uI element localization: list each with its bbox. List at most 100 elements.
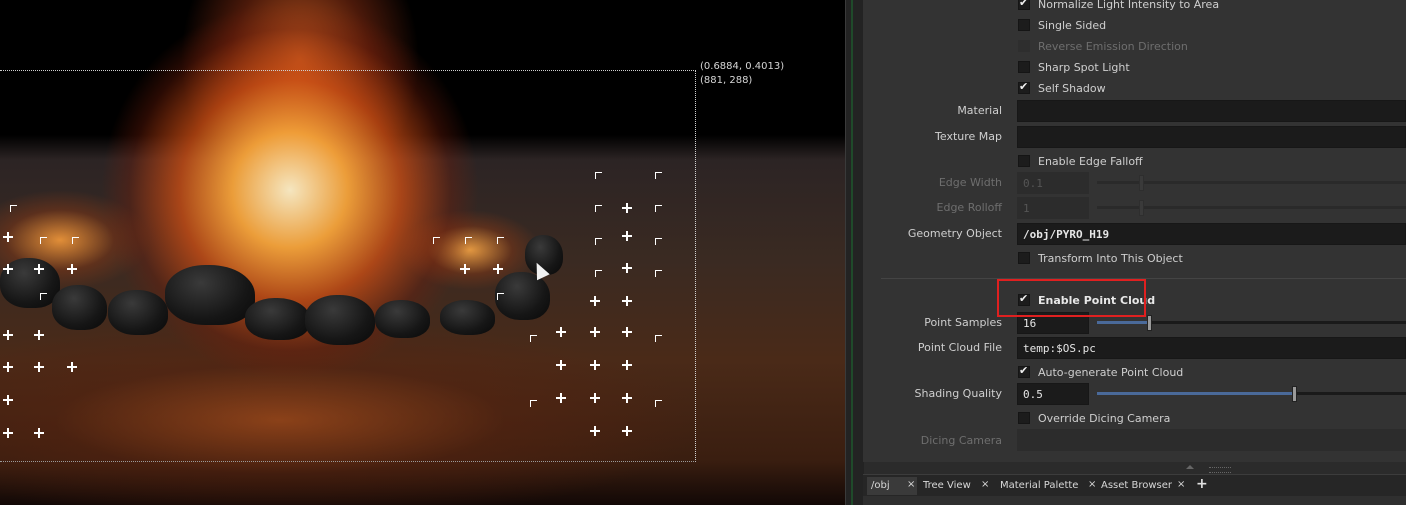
point-marker: [590, 327, 600, 337]
point-marker: [590, 360, 600, 370]
param-texture-map: Texture Map: [863, 126, 1406, 150]
shading-quality-slider-handle[interactable]: [1292, 386, 1297, 402]
marker-corner: [655, 270, 662, 277]
param-dicing-camera: Dicing Camera: [863, 429, 1406, 453]
marker-corner: [530, 335, 537, 342]
divider-accent: [851, 0, 853, 505]
point-marker: [556, 327, 566, 337]
reverse-emission-checkbox[interactable]: [1018, 40, 1030, 52]
point-marker: [556, 393, 566, 403]
single-sided-checkbox[interactable]: [1018, 19, 1030, 31]
marker-corner: [595, 205, 602, 212]
shading-quality-label: Shading Quality: [914, 387, 1003, 400]
override-dicing-label: Override Dicing Camera: [1038, 412, 1171, 425]
marker-corner: [655, 335, 662, 342]
marker-corner: [595, 172, 602, 179]
edge-falloff-checkbox[interactable]: [1018, 155, 1030, 167]
dicing-camera-field[interactable]: [1017, 429, 1406, 451]
close-icon[interactable]: ×: [1177, 479, 1185, 490]
edge-rolloff-field[interactable]: 1: [1017, 197, 1089, 219]
coord-uv-readout: (0.6884, 0.4013): [700, 61, 785, 72]
transform-into-label: Transform Into This Object: [1038, 252, 1183, 265]
marker-corner: [497, 293, 504, 300]
point-marker: [3, 428, 13, 438]
point-marker: [622, 426, 632, 436]
point-marker: [34, 428, 44, 438]
dicing-camera-label: Dicing Camera: [920, 434, 1002, 447]
point-marker: [34, 264, 44, 274]
geometry-object-label: Geometry Object: [907, 227, 1002, 240]
point-marker: [3, 330, 13, 340]
geometry-object-field[interactable]: /obj/PYRO_H19: [1017, 223, 1406, 245]
edge-width-label: Edge Width: [938, 176, 1002, 189]
tabbar-grip[interactable]: [1209, 467, 1231, 473]
edge-width-field[interactable]: 0.1: [1017, 172, 1089, 194]
param-single-sided: Single Sided: [863, 16, 1406, 36]
point-cloud-file-field[interactable]: temp:$OS.pc: [1017, 337, 1406, 359]
param-sharp-spot: Sharp Spot Light: [863, 58, 1406, 78]
point-marker: [622, 231, 632, 241]
point-marker: [590, 296, 600, 306]
highlight-box: [997, 279, 1146, 317]
pane-tab-bar: /obj × Tree View × Material Palette × As…: [863, 467, 1406, 497]
close-icon[interactable]: ×: [1088, 479, 1096, 490]
pane-bottom-strip: [863, 496, 1406, 505]
point-marker: [34, 330, 44, 340]
marker-corner: [595, 238, 602, 245]
self-shadow-checkbox[interactable]: [1018, 80, 1030, 94]
close-icon[interactable]: ×: [907, 479, 915, 490]
param-self-shadow: Self Shadow: [863, 79, 1406, 99]
single-sided-label: Single Sided: [1038, 19, 1107, 32]
edge-rolloff-slider-handle[interactable]: [1139, 200, 1144, 216]
auto-generate-label: Auto-generate Point Cloud: [1038, 366, 1184, 379]
marker-corner: [72, 237, 79, 244]
point-marker: [590, 426, 600, 436]
param-transform-into: Transform Into This Object: [863, 249, 1406, 269]
point-marker: [622, 327, 632, 337]
material-label: Material: [957, 104, 1002, 117]
point-marker: [3, 264, 13, 274]
point-marker: [622, 296, 632, 306]
tab-material-palette[interactable]: Material Palette ×: [1000, 477, 1096, 495]
texture-map-label: Texture Map: [935, 130, 1002, 143]
point-marker: [67, 362, 77, 372]
marker-corner: [40, 293, 47, 300]
tab-asset-browser[interactable]: Asset Browser ×: [1101, 477, 1185, 495]
sharp-spot-label: Sharp Spot Light: [1038, 61, 1130, 74]
marker-corner: [595, 270, 602, 277]
param-material: Material: [863, 100, 1406, 124]
tab-tree-view[interactable]: Tree View ×: [923, 477, 989, 495]
parameter-panel: Normalize Light Intensity to Area Single…: [863, 0, 1406, 462]
param-edge-falloff: Enable Edge Falloff: [863, 152, 1406, 172]
edge-falloff-label: Enable Edge Falloff: [1038, 155, 1143, 168]
param-geometry-object: Geometry Object /obj/PYRO_H19: [863, 223, 1406, 247]
marker-corner: [655, 205, 662, 212]
texture-map-field[interactable]: [1017, 126, 1406, 148]
point-samples-slider-handle[interactable]: [1147, 315, 1152, 331]
shading-quality-field[interactable]: 0.5: [1017, 383, 1089, 405]
panel-resize-grip[interactable]: [1180, 464, 1204, 470]
tab-label: Material Palette: [1000, 480, 1079, 491]
point-samples-label: Point Samples: [924, 316, 1002, 329]
param-auto-generate: Auto-generate Point Cloud: [863, 363, 1406, 383]
render-region-box[interactable]: [0, 70, 696, 462]
tab-obj[interactable]: /obj ×: [867, 477, 917, 495]
normalize-light-checkbox[interactable]: [1018, 0, 1030, 10]
pane-divider[interactable]: [845, 0, 864, 505]
shading-quality-slider-fill: [1097, 392, 1292, 395]
add-tab-icon[interactable]: +: [1196, 476, 1208, 492]
normalize-light-label: Normalize Light Intensity to Area: [1038, 0, 1220, 11]
auto-generate-checkbox[interactable]: [1018, 364, 1030, 378]
marker-corner: [10, 205, 17, 212]
render-viewport[interactable]: (0.6884, 0.4013) (881, 288): [0, 0, 845, 505]
close-icon[interactable]: ×: [981, 479, 989, 490]
material-field[interactable]: [1017, 100, 1406, 122]
override-dicing-checkbox[interactable]: [1018, 412, 1030, 424]
point-marker: [460, 264, 470, 274]
transform-into-checkbox[interactable]: [1018, 252, 1030, 264]
edge-width-slider-handle[interactable]: [1139, 175, 1144, 191]
point-marker: [34, 362, 44, 372]
point-marker: [493, 264, 503, 274]
sharp-spot-checkbox[interactable]: [1018, 61, 1030, 73]
point-marker: [3, 395, 13, 405]
